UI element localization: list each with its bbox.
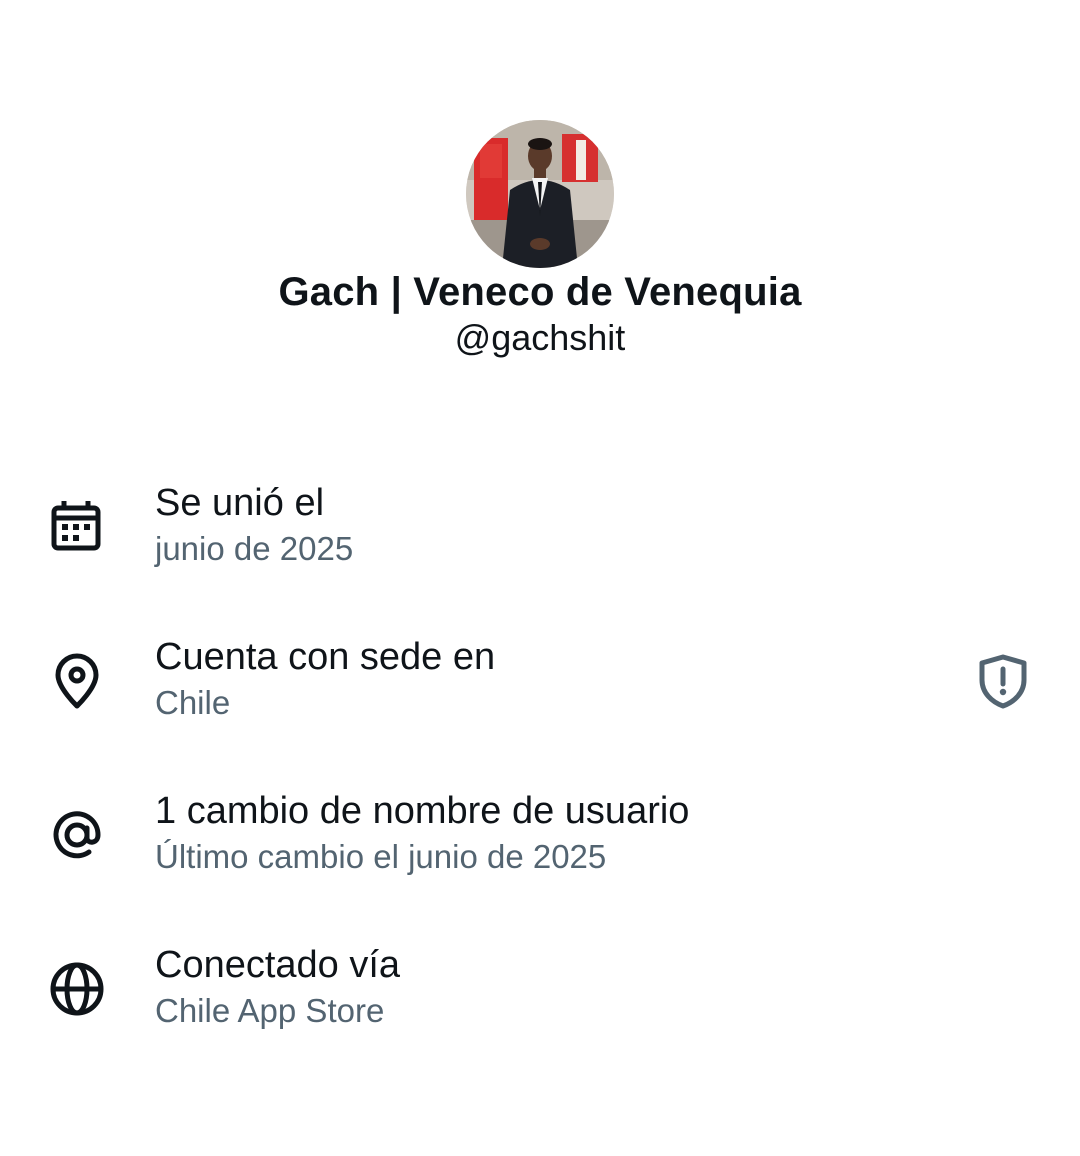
at-sign-icon	[46, 804, 108, 866]
info-row-connected-via: Conectado vía Chile App Store	[0, 936, 1080, 1090]
connected-via-label: Conectado vía	[155, 944, 401, 986]
location-label: Cuenta con sede en	[155, 636, 496, 678]
globe-icon	[46, 958, 108, 1020]
joined-date: junio de 2025	[155, 530, 354, 567]
account-info-list: Se unió el junio de 2025 Cuenta con sede…	[0, 474, 1080, 1090]
calendar-icon	[46, 496, 108, 558]
location-value: Chile	[155, 684, 231, 721]
avatar[interactable]	[466, 120, 614, 268]
info-row-location: Cuenta con sede en Chile	[0, 628, 1080, 782]
shield-alert-icon[interactable]	[974, 652, 1032, 710]
info-row-username-changes: 1 cambio de nombre de usuario Último cam…	[0, 782, 1080, 936]
username-changes-label: 1 cambio de nombre de usuario	[155, 790, 690, 832]
connected-via-value: Chile App Store	[155, 992, 385, 1029]
location-pin-icon	[46, 650, 108, 712]
username-handle: @gachshit	[454, 317, 626, 358]
profile-photo	[466, 120, 614, 268]
username-last-change: Último cambio el junio de 2025	[155, 838, 607, 875]
joined-label: Se unió el	[155, 482, 325, 524]
info-row-joined: Se unió el junio de 2025	[0, 474, 1080, 628]
display-name: Gach | Veneco de Venequia	[278, 270, 802, 314]
